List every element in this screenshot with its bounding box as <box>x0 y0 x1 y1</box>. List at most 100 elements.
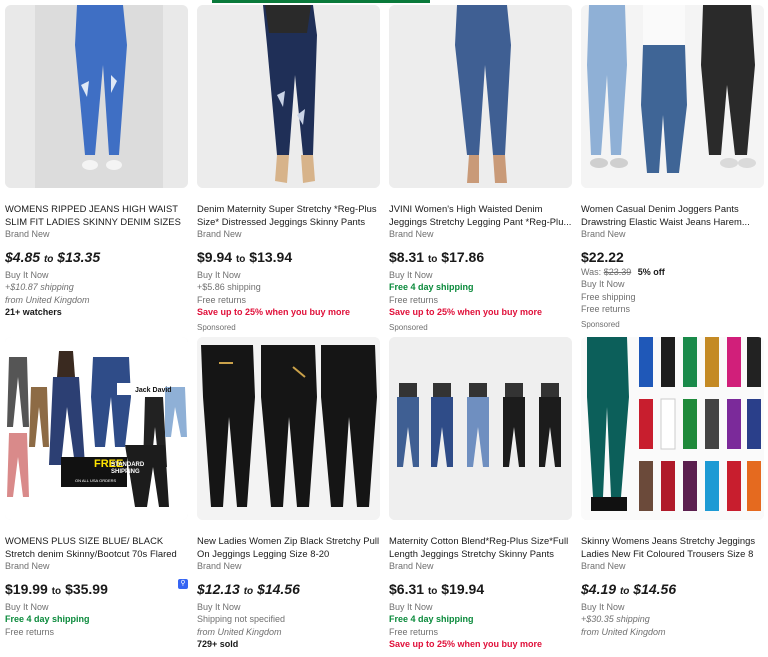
product-title[interactable]: Denim Maternity Super Stretchy *Reg-Plus… <box>197 202 380 228</box>
product-condition: Brand New <box>389 561 434 571</box>
price-low: $12.13 <box>197 581 240 597</box>
promo-text[interactable]: Save up to 25% when you buy more <box>389 638 572 650</box>
product-card[interactable]: Skinny Womens Jeans Stretchy Jeggings La… <box>581 337 764 657</box>
product-card[interactable]: WOMENS RIPPED JEANS HIGH WAIST SLIM FIT … <box>5 5 188 325</box>
price-separator: to <box>43 254 54 265</box>
product-condition: Brand New <box>5 229 50 239</box>
product-card[interactable]: Jack David FREE STANDARD SHIPPING ON ALL… <box>5 337 188 657</box>
buy-format: Buy It Now <box>197 270 241 280</box>
product-title[interactable]: JVINI Women's High Waisted Denim Jegging… <box>389 202 572 228</box>
product-condition: Brand New <box>581 229 626 239</box>
price-separator: to <box>235 254 246 265</box>
item-location: from United Kingdom <box>581 626 666 637</box>
price-low: $9.94 <box>197 249 233 265</box>
price-separator: to <box>427 586 438 597</box>
returns-policy: Free returns <box>389 294 439 305</box>
product-condition: Brand New <box>389 229 434 239</box>
image-orders-text: ON ALL USA ORDERS <box>75 478 117 483</box>
product-card[interactable]: Women Casual Denim Joggers Pants Drawstr… <box>581 5 764 329</box>
search-similar-icon[interactable]: ⚲ <box>178 579 188 589</box>
returns-policy: Free returns <box>5 626 55 637</box>
price-high: $17.86 <box>441 249 485 265</box>
shipping-cost: +$5.86 shipping <box>197 282 261 293</box>
sponsored-label: Sponsored <box>581 319 620 329</box>
promo-text[interactable]: Save up to 25% when you buy more <box>389 306 572 318</box>
product-image[interactable] <box>389 5 572 188</box>
shipping-cost: Shipping not specified <box>197 614 286 625</box>
buy-format: Buy It Now <box>581 602 625 612</box>
product-image[interactable]: Jack David FREE STANDARD SHIPPING ON ALL… <box>5 337 188 520</box>
item-location: from United Kingdom <box>197 626 282 637</box>
product-image[interactable] <box>197 337 380 520</box>
product-card[interactable]: Maternity Cotton Blend*Reg-Plus Size*Ful… <box>389 337 572 657</box>
product-price: $4.19 to $14.56 <box>581 580 764 601</box>
price-high: $13.35 <box>57 249 101 265</box>
shipping-cost: Free shipping <box>581 291 636 302</box>
image-brand-text: Jack David <box>135 387 172 394</box>
product-image[interactable] <box>197 5 380 188</box>
buy-format: Buy It Now <box>389 270 433 280</box>
shipping-cost: Free 4 day shipping <box>389 614 474 625</box>
returns-policy: Free returns <box>389 626 439 637</box>
image-shipping-text: SHIPPING <box>111 469 140 475</box>
watchers-count: 21+ watchers <box>5 307 62 318</box>
product-title[interactable]: New Ladies Women Zip Black Stretchy Pull… <box>197 534 380 560</box>
product-condition: Brand New <box>5 561 50 571</box>
price-high: $14.56 <box>633 581 677 597</box>
buy-format: Buy It Now <box>5 270 49 280</box>
product-price: $4.85 to $13.35 <box>5 248 188 269</box>
product-image[interactable] <box>5 5 188 188</box>
price-low: $6.31 <box>389 581 425 597</box>
product-image[interactable] <box>389 337 572 520</box>
sponsored-label: Sponsored <box>197 322 236 332</box>
shipping-cost: +$10.87 shipping <box>5 282 74 293</box>
buy-format: Buy It Now <box>389 602 433 612</box>
price-separator: to <box>427 254 438 265</box>
sponsored-label: Sponsored <box>389 322 428 332</box>
returns-policy: Free returns <box>197 294 247 305</box>
product-title[interactable]: Skinny Womens Jeans Stretchy Jeggings La… <box>581 534 764 560</box>
product-title[interactable]: WOMENS RIPPED JEANS HIGH WAIST SLIM FIT … <box>5 202 188 228</box>
product-title[interactable]: Women Casual Denim Joggers Pants Drawstr… <box>581 202 764 228</box>
price-low: $19.99 <box>5 581 48 597</box>
product-card[interactable]: Denim Maternity Super Stretchy *Reg-Plus… <box>197 5 380 332</box>
product-image[interactable] <box>581 337 764 520</box>
price-low: $8.31 <box>389 249 425 265</box>
price-separator: to <box>51 586 62 597</box>
sold-count: 729+ sold <box>197 639 239 650</box>
price-high: $19.94 <box>441 581 485 597</box>
product-price: $22.22 <box>581 249 624 265</box>
product-card[interactable]: JVINI Women's High Waisted Denim Jegging… <box>389 5 572 332</box>
product-image[interactable] <box>581 5 764 188</box>
product-condition: Brand New <box>581 561 626 571</box>
discount-badge: 5% off <box>637 267 665 277</box>
price-high: $14.56 <box>257 581 300 597</box>
price-low: $4.85 <box>5 249 41 265</box>
product-price: $6.31 to $19.94 <box>389 580 572 601</box>
was-price: $23.39 <box>603 267 632 277</box>
product-condition: Brand New <box>197 229 242 239</box>
price-high: $13.94 <box>249 249 293 265</box>
product-title[interactable]: Maternity Cotton Blend*Reg-Plus Size*Ful… <box>389 534 572 560</box>
image-standard-text: STANDARD <box>111 462 145 468</box>
buy-format: Buy It Now <box>5 602 49 612</box>
price-low: $4.19 <box>581 581 617 597</box>
item-location: from United Kingdom <box>5 294 90 305</box>
shipping-cost: Free 4 day shipping <box>5 614 90 625</box>
top-accent-bar <box>212 0 430 3</box>
product-price: $9.94 to $13.94 <box>197 248 380 269</box>
shipping-cost: +$30.35 shipping <box>581 614 650 625</box>
promo-text[interactable]: Save up to 25% when you buy more <box>197 306 380 318</box>
buy-format: Buy It Now <box>581 279 625 290</box>
results-grid: WOMENS RIPPED JEANS HIGH WAIST SLIM FIT … <box>5 5 764 657</box>
product-card[interactable]: New Ladies Women Zip Black Stretchy Pull… <box>197 337 380 657</box>
buy-format: Buy It Now <box>197 602 241 612</box>
product-title[interactable]: WOMENS PLUS SIZE BLUE/ BLACK Stretch den… <box>5 534 188 560</box>
product-price: $19.99 to $35.99 <box>5 580 188 601</box>
product-condition: Brand New <box>197 561 242 571</box>
was-price-line: Was: $23.39 5% off <box>581 266 764 278</box>
product-price: $8.31 to $17.86 <box>389 248 572 269</box>
shipping-cost: Free 4 day shipping <box>389 282 474 293</box>
price-high: $35.99 <box>65 581 108 597</box>
was-label: Was: <box>581 267 602 277</box>
